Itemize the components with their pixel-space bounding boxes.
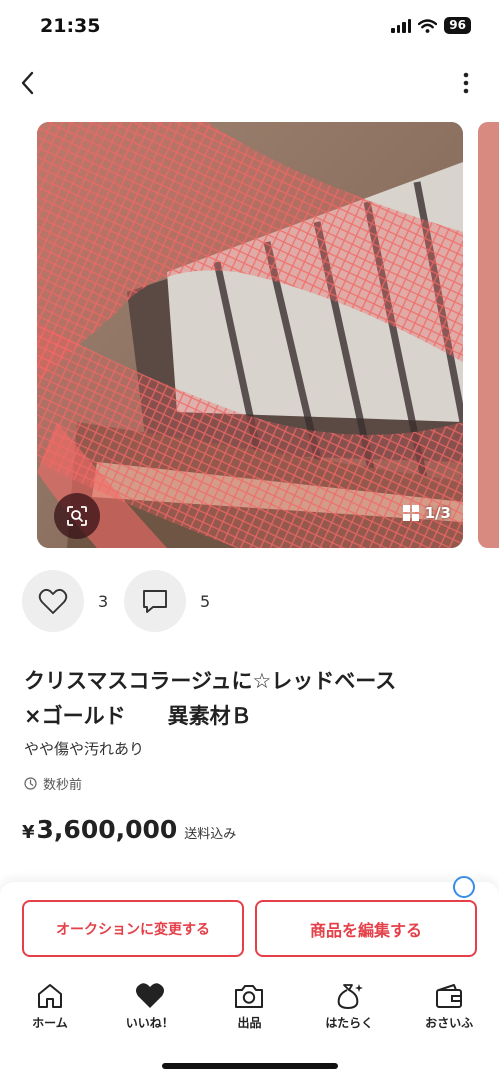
comment-reaction[interactable]: 5 xyxy=(124,570,210,632)
photo-page-count: 1/3 xyxy=(424,504,451,522)
wifi-icon xyxy=(418,18,438,33)
tab-work[interactable]: はたらく xyxy=(299,978,399,1042)
tab-wallet-label: おさいふ xyxy=(425,1016,474,1030)
change-to-auction-button[interactable]: オークションに変更する xyxy=(22,900,244,957)
item-condition: やや傷や汚れあり xyxy=(24,740,145,758)
likes-count: 3 xyxy=(98,591,109,611)
product-photo xyxy=(37,122,463,548)
bottom-tab-bar: ホーム いいね！ 出品 はたらく おさいふ xyxy=(0,978,499,1042)
status-bar: 21:35 96 xyxy=(0,0,499,56)
status-icons: 96 xyxy=(391,17,471,34)
grid-icon xyxy=(402,505,419,521)
heart-outline-icon xyxy=(38,588,68,614)
money-bag-icon xyxy=(337,984,364,1010)
clock-icon xyxy=(24,777,37,790)
status-time: 21:35 xyxy=(40,15,101,37)
like-button[interactable] xyxy=(22,570,84,632)
battery-icon: 96 xyxy=(444,17,471,34)
tab-sell[interactable]: 出品 xyxy=(200,978,300,1042)
back-icon[interactable] xyxy=(16,68,42,98)
tab-home-label: ホーム xyxy=(32,1016,68,1030)
posted-time-label: 数秒前 xyxy=(43,778,83,793)
shipping-label: 送料込み xyxy=(184,827,237,842)
tab-likes-label: いいね！ xyxy=(125,1016,174,1030)
home-icon xyxy=(37,984,62,1008)
product-photo-carousel[interactable]: 1/3 xyxy=(37,122,463,548)
item-price: ¥ 3,600,000 送料込み xyxy=(22,815,236,844)
heart-icon xyxy=(135,983,164,1008)
tab-work-label: はたらく xyxy=(325,1016,374,1030)
camera-icon xyxy=(235,985,264,1008)
like-reaction[interactable]: 3 xyxy=(22,570,108,632)
zoom-button[interactable] xyxy=(54,493,100,539)
comments-count: 5 xyxy=(200,591,211,611)
wallet-icon xyxy=(436,984,463,1008)
comment-icon xyxy=(143,589,167,613)
tab-sell-label: 出品 xyxy=(237,1016,262,1030)
comment-button[interactable] xyxy=(124,570,186,632)
tab-likes[interactable]: いいね！ xyxy=(100,978,200,1042)
next-photo-peek[interactable] xyxy=(478,122,499,548)
info-icon[interactable] xyxy=(453,876,475,898)
zoom-search-icon xyxy=(67,506,87,526)
signal-icon xyxy=(391,18,412,33)
tab-wallet[interactable]: おさいふ xyxy=(399,978,499,1042)
price-currency: ¥ xyxy=(22,822,35,843)
price-amount: 3,600,000 xyxy=(36,815,178,844)
posted-time: 数秒前 xyxy=(24,774,82,793)
tab-home[interactable]: ホーム xyxy=(0,978,100,1042)
edit-item-button[interactable]: 商品を編集する xyxy=(255,900,477,957)
home-indicator xyxy=(162,1063,338,1069)
photo-page-indicator: 1/3 xyxy=(402,504,451,522)
item-title: クリスマスコラージュに☆レッドベース ×ゴールド 異素材Ｂ xyxy=(24,669,397,728)
more-options-icon[interactable] xyxy=(461,70,471,96)
